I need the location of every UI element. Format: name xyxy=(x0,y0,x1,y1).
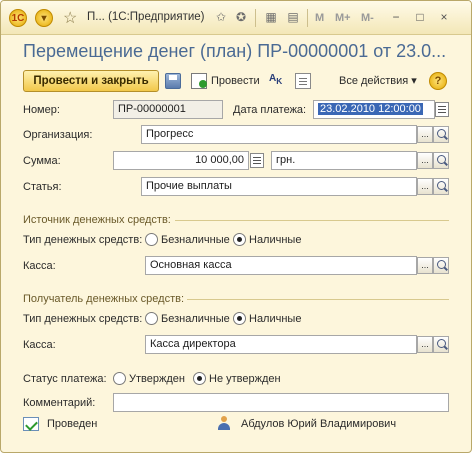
calculator-picker-icon[interactable] xyxy=(250,153,264,168)
responsible-user: Абдулов Юрий Владимирович xyxy=(241,418,397,430)
document-icon[interactable] xyxy=(295,73,311,89)
receiver-cash-radio[interactable] xyxy=(233,312,246,325)
status-approved-label[interactable]: Утвержден xyxy=(129,373,185,385)
user-icon xyxy=(217,416,231,432)
group-divider xyxy=(187,299,449,300)
memory-plus-button[interactable]: M+ xyxy=(335,12,351,24)
main-menu-icon[interactable]: ▾ xyxy=(35,9,53,27)
close-button[interactable]: × xyxy=(437,10,451,24)
receiver-kassa-select-button[interactable]: ... xyxy=(417,336,433,353)
status-not-approved-label[interactable]: Не утвержден xyxy=(209,373,281,385)
receiver-cash-label[interactable]: Наличные xyxy=(249,313,301,325)
source-group-title: Источник денежных средств: xyxy=(23,214,171,226)
toolbar-divider xyxy=(255,9,256,27)
calculator-icon[interactable]: ▦ xyxy=(263,9,279,25)
sum-label: Сумма: xyxy=(23,155,61,167)
posted-check-icon xyxy=(23,417,39,431)
receiver-cashless-radio[interactable] xyxy=(145,312,158,325)
organization-label: Организация: xyxy=(23,129,93,141)
group-divider xyxy=(175,220,449,221)
receiver-kassa-field[interactable]: Касса директора xyxy=(145,335,417,354)
date-field[interactable]: 23.02.2010 12:00:00 xyxy=(313,100,435,119)
organization-open-icon[interactable] xyxy=(433,126,449,143)
status-label: Статус платежа: xyxy=(23,373,107,385)
article-field[interactable]: Прочие выплаты xyxy=(141,177,417,196)
toolbar-divider xyxy=(307,9,308,27)
receiver-kassa-label: Касса: xyxy=(23,339,56,351)
source-cash-radio[interactable] xyxy=(233,233,246,246)
calendar-icon[interactable]: ▤ xyxy=(285,9,301,25)
date-label: Дата платежа: xyxy=(233,104,307,116)
currency-select-button[interactable]: ... xyxy=(417,152,433,169)
all-actions-menu[interactable]: Все действия ▾ xyxy=(339,74,417,87)
currency-field[interactable]: грн. xyxy=(271,151,417,170)
posted-status: Проведен xyxy=(47,418,98,430)
page-title: Перемещение денег (план) ПР-00000001 от … xyxy=(23,41,447,61)
article-open-icon[interactable] xyxy=(433,178,449,195)
status-not-approved-radio[interactable] xyxy=(193,372,206,385)
number-label: Номер: xyxy=(23,104,60,116)
post-button[interactable]: Провести xyxy=(211,75,260,87)
post-and-close-button[interactable]: Провести и закрыть xyxy=(23,70,159,92)
document-window: 1C ▾ ☆ П... (1С:Предприятие) ✩ ✪ ▦ ▤ M M… xyxy=(0,0,472,453)
source-cash-label[interactable]: Наличные xyxy=(249,234,301,246)
receiver-cashless-label[interactable]: Безналичные xyxy=(161,313,230,325)
source-cashless-label[interactable]: Безналичные xyxy=(161,234,230,246)
sum-field[interactable]: 10 000,00 xyxy=(113,151,249,170)
number-field[interactable]: ПР-00000001 xyxy=(113,100,223,119)
date-value: 23.02.2010 12:00:00 xyxy=(318,103,423,115)
organization-select-button[interactable]: ... xyxy=(417,126,433,143)
source-cashless-radio[interactable] xyxy=(145,233,158,246)
receiver-type-label: Тип денежных средств: xyxy=(23,313,143,325)
help-icon[interactable]: ? xyxy=(429,72,447,90)
article-label: Статья: xyxy=(23,181,62,193)
article-select-button[interactable]: ... xyxy=(417,178,433,195)
sort-icon[interactable]: AK xyxy=(269,73,282,86)
maximize-button[interactable]: □ xyxy=(413,10,427,24)
title-bar: 1C ▾ ☆ П... (1С:Предприятие) ✩ ✪ ▦ ▤ M M… xyxy=(1,1,471,35)
source-kassa-field[interactable]: Основная касса xyxy=(145,256,417,275)
post-icon[interactable] xyxy=(191,73,207,89)
minimize-button[interactable]: − xyxy=(389,10,403,24)
comment-field[interactable] xyxy=(113,393,449,412)
receiver-group-title: Получатель денежных средств: xyxy=(23,293,185,305)
source-kassa-open-icon[interactable] xyxy=(433,257,449,274)
currency-open-icon[interactable] xyxy=(433,152,449,169)
save-icon[interactable] xyxy=(165,73,181,89)
source-kassa-label: Касса: xyxy=(23,260,56,272)
source-type-label: Тип денежных средств: xyxy=(23,234,143,246)
comment-label: Комментарий: xyxy=(23,397,96,409)
add-favorite-icon[interactable]: ✩ xyxy=(213,9,229,25)
window-title: П... (1С:Предприятие) xyxy=(87,11,205,23)
calendar-picker-icon[interactable] xyxy=(435,102,449,117)
bookmark-icon[interactable]: ✪ xyxy=(233,9,249,25)
receiver-kassa-open-icon[interactable] xyxy=(433,336,449,353)
organization-field[interactable]: Прогресс xyxy=(141,125,417,144)
favorites-star-icon[interactable]: ☆ xyxy=(63,8,77,28)
memory-m-button[interactable]: M xyxy=(315,12,324,24)
1c-logo-icon[interactable]: 1C xyxy=(9,9,27,27)
source-kassa-select-button[interactable]: ... xyxy=(417,257,433,274)
status-approved-radio[interactable] xyxy=(113,372,126,385)
memory-minus-button[interactable]: M- xyxy=(361,12,374,24)
